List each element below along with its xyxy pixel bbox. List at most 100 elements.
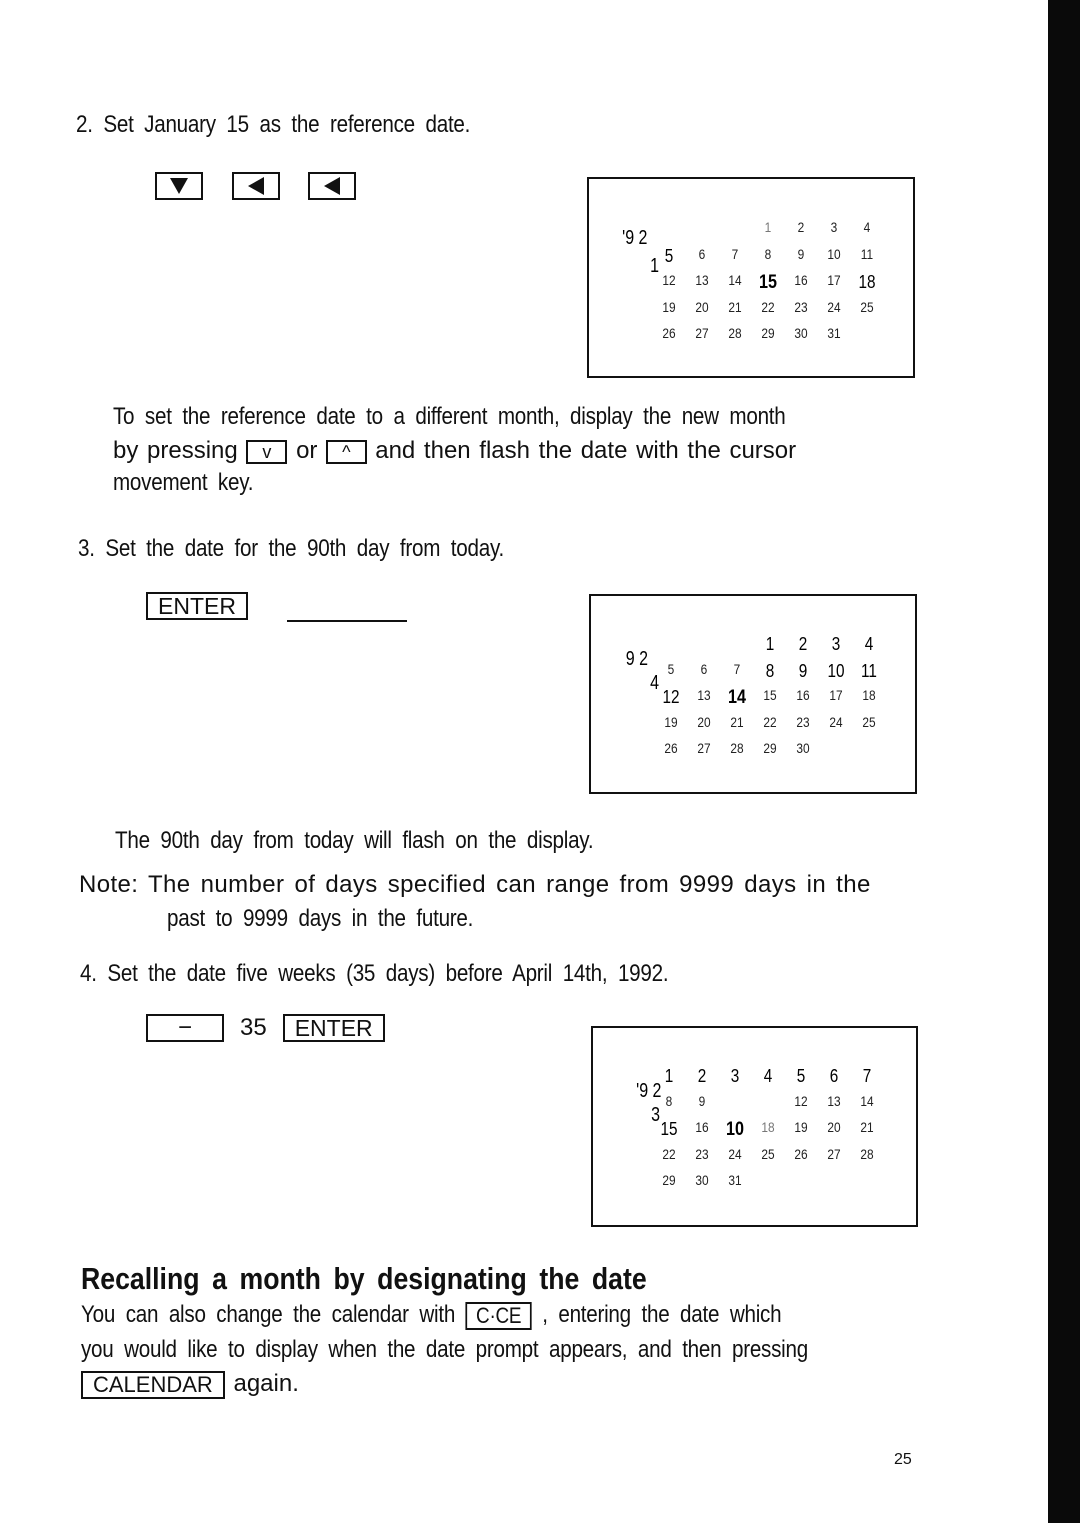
calendar-day: 7: [731, 245, 739, 262]
calendar-day: 26: [664, 740, 678, 756]
section-paragraph-line1: You can also change the calendar with C·…: [81, 1300, 782, 1330]
text: , entering the date which: [542, 1301, 782, 1328]
calendar-day: 22: [662, 1145, 676, 1162]
calendar-day: 18: [761, 1119, 775, 1135]
scan-edge-shadow: [1048, 0, 1080, 1523]
calendar-day: 19: [794, 1119, 808, 1135]
calendar-day: 19: [662, 298, 676, 315]
calendar-day: 12: [662, 272, 676, 288]
calendar-day: 2: [798, 634, 808, 654]
calendar-day: 17: [827, 272, 841, 288]
left-key: [232, 172, 280, 200]
calendar-day-flashing: 15: [759, 272, 777, 293]
reference-paragraph-line1: To set the reference date to a different…: [113, 403, 786, 430]
calendar-day: 2: [797, 219, 805, 235]
calendar-day: 8: [765, 660, 775, 681]
section-paragraph-line3: CALENDAR again.: [81, 1369, 299, 1399]
text: again.: [233, 1370, 299, 1397]
calendar-day: 6: [829, 1066, 839, 1086]
calendar-day: 31: [728, 1172, 742, 1188]
left-triangle-icon: [324, 177, 340, 195]
calendar-day: 29: [761, 325, 775, 341]
calendar-day-flashing: 10: [726, 1119, 744, 1140]
calendar-day: 27: [695, 325, 709, 341]
calendar-day: 6: [698, 245, 706, 262]
calendar-day: 13: [827, 1092, 841, 1109]
calendar-day: 28: [730, 740, 744, 756]
calendar-day: 23: [695, 1145, 709, 1162]
month-up-key: ^: [326, 439, 367, 464]
calendar-day: 13: [697, 687, 711, 703]
calendar-day: 29: [662, 1172, 676, 1188]
calendar-day: 20: [695, 298, 709, 315]
calendar-day: 1: [764, 219, 772, 235]
calendar-day: 16: [796, 687, 810, 703]
note-line2: past to 9999 days in the future.: [167, 905, 474, 932]
calendar-day: 1: [664, 1066, 674, 1086]
calendar-day: 9: [798, 660, 808, 681]
calendar-day: 30: [796, 740, 810, 756]
down-key: [155, 172, 203, 200]
text: by pressing: [113, 437, 238, 464]
days-number: 35: [240, 1014, 267, 1041]
calendar-day: 15: [660, 1119, 678, 1139]
calendar-day: 24: [827, 298, 841, 315]
calendar-day: 5: [664, 245, 674, 266]
calendar-day: 12: [662, 687, 680, 707]
calendar-day: 15: [763, 687, 777, 703]
calendar-day: 4: [863, 219, 871, 235]
calendar-day: 22: [761, 298, 775, 315]
calendar-day: 3: [831, 634, 841, 654]
calendar-day: 16: [794, 272, 808, 288]
calendar-day: 23: [796, 713, 810, 730]
calendar-day: 16: [695, 1119, 709, 1135]
calendar-display-april: 9 2 4 1 2 3 4 5 6 7 8 9 10 11 12 13 14 15 16 17 18 19 20 21 2…: [589, 594, 917, 794]
calendar-key: CALENDAR: [81, 1370, 225, 1399]
calendar-day: 3: [730, 1066, 740, 1086]
calendar-day: 8: [764, 245, 772, 262]
calendar-display-march: '9 2 3 1 2 3 4 5 6 7 8 9 12 13 14 15 16 10 18 19 20 21 22 23…: [591, 1026, 918, 1227]
calendar-day: 14: [860, 1092, 874, 1109]
down-triangle-icon: [170, 178, 188, 194]
text: You can also change the calendar with: [81, 1301, 456, 1328]
cce-key: C·CE: [465, 1301, 532, 1330]
calendar-day: 14: [728, 272, 742, 288]
text: and then flash the date with the cursor: [375, 437, 797, 464]
step-3-result: The 90th day from today will flash on th…: [115, 827, 594, 854]
step-4-instruction: 4. Set the date five weeks (35 days) bef…: [80, 960, 669, 987]
calendar-day: 30: [695, 1172, 709, 1188]
calendar-day: 28: [860, 1145, 874, 1162]
calendar-day: 27: [827, 1145, 841, 1162]
calendar-day: 21: [730, 713, 744, 730]
calendar-day: 27: [697, 740, 711, 756]
reference-paragraph-line2: by pressing v or ^ and then flash the da…: [113, 436, 796, 466]
calendar-day: 10: [827, 245, 841, 262]
display-year: '9 2: [622, 227, 648, 249]
calendar-day: 10: [827, 660, 845, 681]
calendar-day: 24: [829, 713, 843, 730]
reference-paragraph-line3: movement key.: [113, 469, 254, 496]
left-key: [308, 172, 356, 200]
calendar-day: 31: [827, 325, 841, 341]
calendar-day: 20: [827, 1119, 841, 1135]
step-4-keys: − 35 ENTER: [146, 1014, 385, 1042]
calendar-day: 23: [794, 298, 808, 315]
calendar-day: 24: [728, 1145, 742, 1162]
calendar-day: 8: [665, 1092, 673, 1109]
calendar-day: 5: [667, 660, 675, 677]
calendar-day: 29: [763, 740, 777, 756]
calendar-day: 21: [860, 1119, 874, 1135]
calendar-day: 4: [864, 634, 874, 654]
calendar-day: 28: [728, 325, 742, 341]
step-3-instruction: 3. Set the date for the 90th day from to…: [78, 535, 504, 562]
enter-key: ENTER: [146, 592, 248, 620]
calendar-day: 1: [765, 634, 775, 654]
section-heading: Recalling a month by designating the dat…: [81, 1261, 647, 1296]
calendar-day: 12: [794, 1092, 808, 1109]
display-year: 9 2: [625, 648, 649, 670]
calendar-display-january: '9 2 1 1 2 3 4 5 6 7 8 9 10 11 12 13 14 15 16 17 18 19 20 21…: [587, 177, 915, 378]
calendar-day: 19: [664, 713, 678, 730]
text: or: [296, 437, 318, 464]
calendar-day: 25: [860, 298, 874, 315]
minus-key: −: [146, 1014, 224, 1042]
